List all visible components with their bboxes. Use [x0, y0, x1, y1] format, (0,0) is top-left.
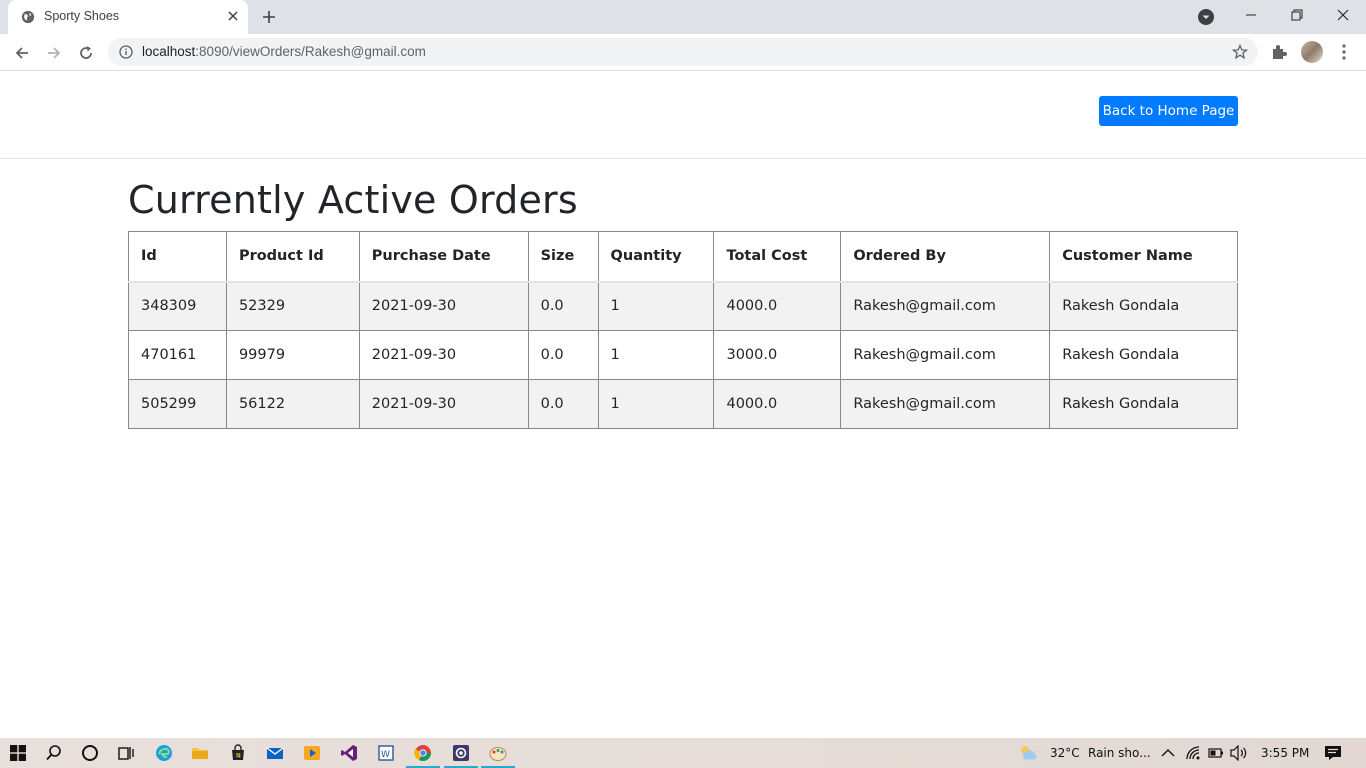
column-header: Customer Name	[1049, 231, 1238, 283]
table-row: 348309 52329 2021-09-30 0.0 1 4000.0 Rak…	[128, 281, 1238, 331]
table-cell: Rakesh@gmail.com	[840, 330, 1051, 380]
column-header: Purchase Date	[358, 231, 529, 283]
site-info-icon[interactable]	[119, 45, 133, 59]
page-header: Back to Home Page	[0, 71, 1366, 159]
table-cell: 1	[597, 379, 715, 429]
table-cell: Rakesh Gondala	[1049, 379, 1238, 429]
table-cell: Rakesh@gmail.com	[840, 379, 1051, 429]
address-bar[interactable]: localhost:8090/viewOrders/Rakesh@gmail.c…	[108, 38, 1258, 66]
table-cell: 2021-09-30	[358, 379, 529, 429]
table-cell: Rakesh Gondala	[1049, 281, 1238, 331]
chevron-up-icon[interactable]	[1158, 743, 1178, 763]
mail-icon[interactable]	[265, 743, 285, 763]
close-window-icon[interactable]	[1320, 0, 1366, 30]
battery-icon[interactable]	[1206, 743, 1226, 763]
profile-avatar[interactable]	[1301, 41, 1323, 63]
forward-arrow-icon[interactable]	[40, 39, 68, 67]
table-row: 505299 56122 2021-09-30 0.0 1 4000.0 Rak…	[128, 379, 1238, 429]
table-cell: 0.0	[527, 281, 599, 331]
column-header: Id	[128, 231, 227, 283]
tab-strip: Sporty Shoes	[0, 0, 1366, 34]
media-player-icon[interactable]	[302, 743, 322, 763]
url-text[interactable]: localhost:8090/viewOrders/Rakesh@gmail.c…	[142, 44, 426, 59]
column-header: Quantity	[597, 231, 715, 283]
table-cell: Rakesh@gmail.com	[840, 281, 1051, 331]
table-cell: 0.0	[527, 379, 599, 429]
table-row: 470161 99979 2021-09-30 0.0 1 3000.0 Rak…	[128, 330, 1238, 380]
svg-text:W: W	[381, 750, 390, 760]
weather-temperature[interactable]: 32°C	[1050, 746, 1080, 760]
back-to-home-button[interactable]: Back to Home Page	[1099, 96, 1238, 126]
visual-studio-icon[interactable]	[339, 743, 359, 763]
new-tab-icon[interactable]	[258, 6, 280, 28]
weather-rain-icon[interactable]	[1018, 743, 1038, 763]
page-content: Back to Home Page Currently Active Order…	[0, 71, 1366, 738]
word-icon[interactable]: W	[376, 743, 396, 763]
bookmark-star-icon[interactable]	[1232, 44, 1248, 60]
back-arrow-icon[interactable]	[8, 39, 36, 67]
app-icon[interactable]	[451, 743, 471, 763]
browser-tab[interactable]: Sporty Shoes	[8, 0, 248, 34]
minimize-icon[interactable]	[1228, 0, 1274, 30]
table-cell: 470161	[128, 330, 227, 380]
file-explorer-icon[interactable]	[190, 743, 210, 763]
table-cell: 2021-09-30	[358, 330, 529, 380]
table-cell: 4000.0	[713, 281, 842, 331]
table-cell: 52329	[225, 281, 360, 331]
browser-toolbar: localhost:8090/viewOrders/Rakesh@gmail.c…	[0, 34, 1366, 71]
url-path: :8090/viewOrders/Rakesh@gmail.com	[195, 44, 426, 59]
table-cell: 348309	[128, 281, 227, 331]
cortana-icon[interactable]	[80, 743, 100, 763]
globe-icon	[21, 10, 35, 24]
windows-start-icon[interactable]	[8, 743, 28, 763]
table-cell: 3000.0	[713, 330, 842, 380]
paint-icon[interactable]	[488, 743, 508, 763]
edge-icon[interactable]	[154, 743, 174, 763]
restore-icon[interactable]	[1274, 0, 1320, 30]
page-title: Currently Active Orders	[128, 178, 578, 222]
table-cell: 1	[597, 330, 715, 380]
weather-description[interactable]: Rain sho...	[1088, 746, 1151, 760]
browser-menu-icon[interactable]	[1335, 42, 1353, 62]
table-cell: 99979	[225, 330, 360, 380]
table-cell: 505299	[128, 379, 227, 429]
search-icon[interactable]	[44, 743, 64, 763]
windows-taskbar: W 32°C Rain sho... 3:55 PM	[0, 738, 1366, 768]
table-cell: 1	[597, 281, 715, 331]
column-header: Total Cost	[713, 231, 842, 283]
table-cell: Rakesh Gondala	[1049, 330, 1238, 380]
clock-time[interactable]: 3:55 PM	[1261, 746, 1309, 760]
column-header: Size	[527, 231, 599, 283]
store-icon[interactable]	[228, 743, 248, 763]
column-header: Ordered By	[840, 231, 1051, 283]
task-view-icon[interactable]	[116, 743, 136, 763]
table-cell: 4000.0	[713, 379, 842, 429]
notification-icon[interactable]	[1323, 743, 1343, 763]
table-cell: 0.0	[527, 330, 599, 380]
extensions-puzzle-icon[interactable]	[1270, 43, 1288, 61]
table-cell: 56122	[225, 379, 360, 429]
reload-icon[interactable]	[72, 39, 100, 67]
tab-title: Sporty Shoes	[44, 9, 120, 23]
chrome-icon[interactable]	[413, 743, 433, 763]
tab-search-icon[interactable]	[1197, 8, 1215, 26]
url-host: localhost	[142, 44, 196, 59]
table-cell: 2021-09-30	[358, 281, 529, 331]
tab-close-icon[interactable]	[224, 7, 242, 25]
volume-icon[interactable]	[1229, 743, 1249, 763]
column-header: Product Id	[225, 231, 360, 283]
orders-table: Id Product Id Purchase Date Size Quantit…	[128, 231, 1238, 429]
table-header-row: Id Product Id Purchase Date Size Quantit…	[128, 231, 1238, 283]
wifi-icon[interactable]	[1183, 743, 1203, 763]
